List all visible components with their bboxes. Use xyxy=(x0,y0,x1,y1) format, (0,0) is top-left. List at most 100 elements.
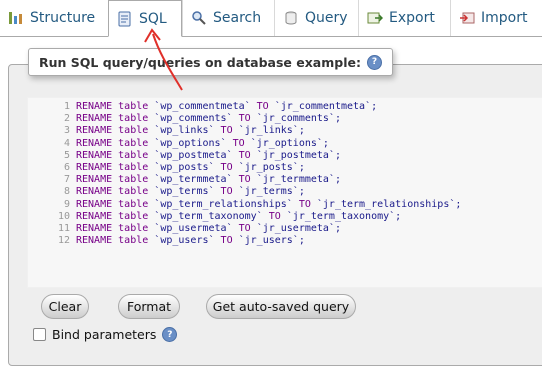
sql-keyword: RENAME xyxy=(76,235,113,247)
line-number: 7 xyxy=(63,174,70,186)
code-line: 10 RENAME table `wp_term_taxonomy` TO `jr… xyxy=(28,211,401,223)
structure-icon xyxy=(8,10,24,26)
sql-keyword: table xyxy=(118,186,149,198)
sql-keyword: TO xyxy=(220,186,233,198)
tab-import[interactable]: Import xyxy=(450,0,542,36)
sql-keyword: table xyxy=(118,210,149,222)
bind-parameters-label: Bind parameters xyxy=(52,327,157,342)
sql-keyword: RENAME xyxy=(76,125,113,137)
sql-keyword: table xyxy=(118,101,149,112)
line-number: 5 xyxy=(63,149,70,161)
sql-keyword: table xyxy=(118,174,149,186)
bind-parameters-checkbox[interactable] xyxy=(33,328,46,341)
sql-keyword: TO xyxy=(238,113,251,125)
line-number: 3 xyxy=(63,125,70,137)
sql-keyword: table xyxy=(118,198,149,210)
tab-query[interactable]: Query xyxy=(274,0,358,36)
source-table-name: `wp_users` xyxy=(154,235,215,247)
tab-sql[interactable]: SQL xyxy=(108,0,182,37)
tab-bar: Structure SQL Search Query Export Import xyxy=(0,0,542,37)
target-table-name: `jr_term_taxonomy`; xyxy=(286,210,402,222)
target-table-name: `jr_posts`; xyxy=(238,162,305,173)
target-table-name: `jr_usermeta`; xyxy=(256,223,341,234)
source-table-name: `wp_links` xyxy=(154,125,215,137)
target-table-name: `jr_commentmeta`; xyxy=(274,101,378,112)
sql-keyword: RENAME xyxy=(76,162,113,173)
sql-keyword: TO xyxy=(238,174,251,186)
sql-keyword: table xyxy=(118,125,149,137)
target-table-name: `jr_terms`; xyxy=(238,186,305,198)
source-table-name: `wp_usermeta` xyxy=(154,223,233,234)
target-table-name: `jr_comments`; xyxy=(256,113,341,125)
tab-search[interactable]: Search xyxy=(182,0,274,36)
sql-keyword: TO xyxy=(238,149,251,161)
tab-export[interactable]: Export xyxy=(358,0,450,36)
legend-text: Run SQL query/queries on database exampl… xyxy=(39,54,361,70)
tab-label: Query xyxy=(305,10,348,26)
tab-label: Search xyxy=(213,10,262,26)
help-icon[interactable]: ? xyxy=(162,327,178,342)
export-icon xyxy=(367,10,384,26)
bind-parameters-row: Bind parameters ? xyxy=(33,327,178,342)
sql-keyword: TO xyxy=(298,198,311,210)
tab-label: Structure xyxy=(30,10,96,26)
target-table-name: `jr_options`; xyxy=(250,137,329,149)
line-number: 1 xyxy=(63,101,70,112)
source-table-name: `wp_termmeta` xyxy=(154,174,233,186)
help-icon[interactable]: ? xyxy=(366,54,382,70)
source-table-name: `wp_terms` xyxy=(154,186,215,198)
source-table-name: `wp_comments` xyxy=(154,113,233,125)
sql-keyword: table xyxy=(118,223,149,234)
target-table-name: `jr_users`; xyxy=(238,235,305,247)
sql-keyword: TO xyxy=(238,223,251,234)
sql-keyword: table xyxy=(118,137,149,149)
sql-keyword: TO xyxy=(220,162,233,173)
line-number: 2 xyxy=(63,113,70,125)
sql-keyword: RENAME xyxy=(76,186,113,198)
query-icon xyxy=(283,10,299,26)
sql-legend: Run SQL query/queries on database exampl… xyxy=(28,48,393,76)
code-line: 7 RENAME table `wp_termmeta` TO `jr_termm… xyxy=(28,174,341,186)
target-table-name: `jr_term_relationships`; xyxy=(316,198,462,210)
sql-keyword: TO xyxy=(256,101,269,112)
line-number: 10 xyxy=(57,210,70,222)
sql-keyword: TO xyxy=(220,235,233,247)
format-button[interactable]: Format xyxy=(118,294,180,319)
sql-keyword: table xyxy=(118,113,149,125)
target-table-name: `jr_links`; xyxy=(238,125,305,137)
sql-keyword: TO xyxy=(268,210,281,222)
line-number: 12 xyxy=(57,235,70,247)
get-auto-saved-query-button[interactable]: Get auto-saved query xyxy=(206,294,356,319)
sql-keyword: table xyxy=(118,162,149,173)
target-table-name: `jr_postmeta`; xyxy=(256,149,341,161)
code-line: 3 RENAME table `wp_links` TO `jr_links`; xyxy=(28,125,305,137)
source-table-name: `wp_options` xyxy=(154,137,227,149)
code-line: 6 RENAME table `wp_posts` TO `jr_posts`; xyxy=(28,162,305,174)
clear-button[interactable]: Clear xyxy=(41,294,89,319)
tab-label: Export xyxy=(389,10,435,26)
source-table-name: `wp_commentmeta` xyxy=(154,101,251,112)
code-line: 1 RENAME table `wp_commentmeta` TO `jr_co… xyxy=(28,101,377,113)
sql-icon xyxy=(117,11,133,27)
sql-editor[interactable]: 1 RENAME table `wp_commentmeta` TO `jr_co… xyxy=(27,97,542,288)
sql-keyword: RENAME xyxy=(76,113,113,125)
line-number: 11 xyxy=(57,223,70,234)
line-number: 8 xyxy=(63,186,70,198)
line-number: 6 xyxy=(63,162,70,173)
sql-keyword: RENAME xyxy=(76,149,113,161)
tab-label: SQL xyxy=(139,10,167,27)
sql-keyword: RENAME xyxy=(76,223,113,234)
search-icon xyxy=(191,10,207,26)
sql-keyword: RENAME xyxy=(76,198,113,210)
sql-keyword: TO xyxy=(232,137,245,149)
sql-keyword: table xyxy=(118,235,149,247)
source-table-name: `wp_posts` xyxy=(154,162,215,173)
line-number: 9 xyxy=(63,198,70,210)
code-line: 9 RENAME table `wp_term_relationships` TO… xyxy=(28,199,461,211)
code-line: 4 RENAME table `wp_options` TO `jr_option… xyxy=(28,138,329,150)
code-line: 12 RENAME table `wp_users` TO `jr_users`; xyxy=(28,235,305,247)
tab-structure[interactable]: Structure xyxy=(0,0,108,36)
code-line: 8 RENAME table `wp_terms` TO `jr_terms`; xyxy=(28,186,305,198)
sql-keyword: TO xyxy=(220,125,233,137)
source-table-name: `wp_term_taxonomy` xyxy=(154,210,263,222)
